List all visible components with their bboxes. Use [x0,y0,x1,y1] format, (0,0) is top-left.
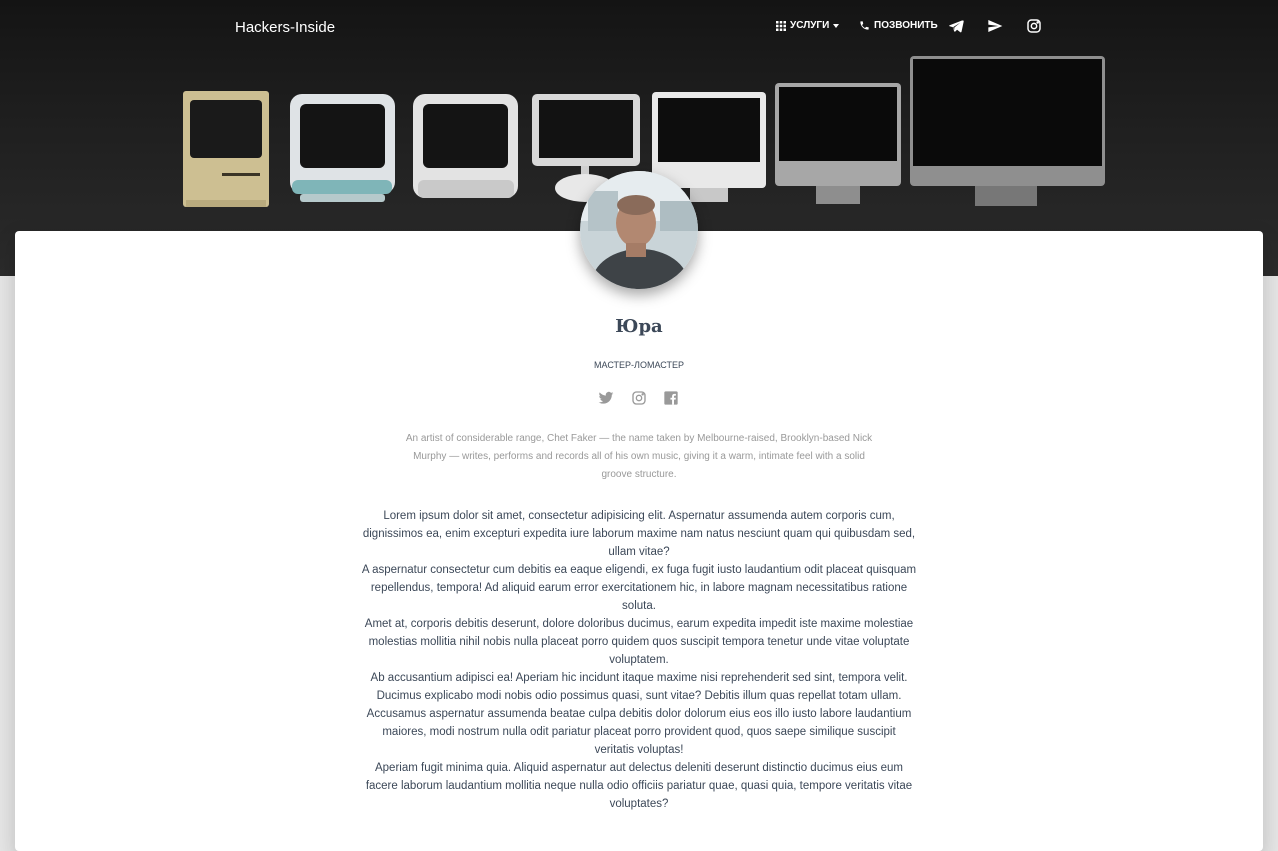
description-paragraph: Amet at, corporis debitis deserunt, dolo… [364,618,914,666]
profile-bio: An artist of considerable range, Chet Fa… [405,433,873,480]
instagram-icon[interactable] [1026,18,1042,34]
description-paragraph: Accusamus aspernatur assumenda beatae cu… [366,708,912,756]
call-button[interactable]: ПОЗВОНИТЬ [859,20,938,31]
profile-title: МАСТЕР-ЛОМАСТЕР [594,360,684,370]
services-menu-button[interactable]: УСЛУГИ [776,20,840,31]
description-paragraph: Ab accusantium adipisci ea! Aperiam hic … [370,672,908,702]
twitter-icon[interactable] [598,390,614,406]
navbar: Hackers-Inside УСЛУГИ ПОЗВОНИТЬ [0,0,1278,56]
brand-link[interactable]: Hackers-Inside [235,19,335,36]
call-label: ПОЗВОНИТЬ [874,20,938,31]
send-icon[interactable] [987,18,1003,34]
description-paragraph: A aspernatur consectetur cum debitis ea … [361,564,917,612]
description-paragraph: Aperiam fugit minima quia. Aliquid asper… [365,762,913,810]
caret-down-icon [833,23,840,28]
phone-icon [859,20,870,31]
services-label: УСЛУГИ [790,20,830,31]
avatar [580,171,698,289]
instagram-icon[interactable] [631,390,647,406]
profile-description: Lorem ipsum dolor sit amet, consectetur … [361,507,917,813]
facebook-icon[interactable] [663,390,679,406]
profile-name: Юра [615,316,663,337]
description-paragraph: Lorem ipsum dolor sit amet, consectetur … [362,510,916,558]
apps-icon [776,20,786,31]
telegram-icon[interactable] [948,18,964,34]
profile-social-links [598,390,682,406]
